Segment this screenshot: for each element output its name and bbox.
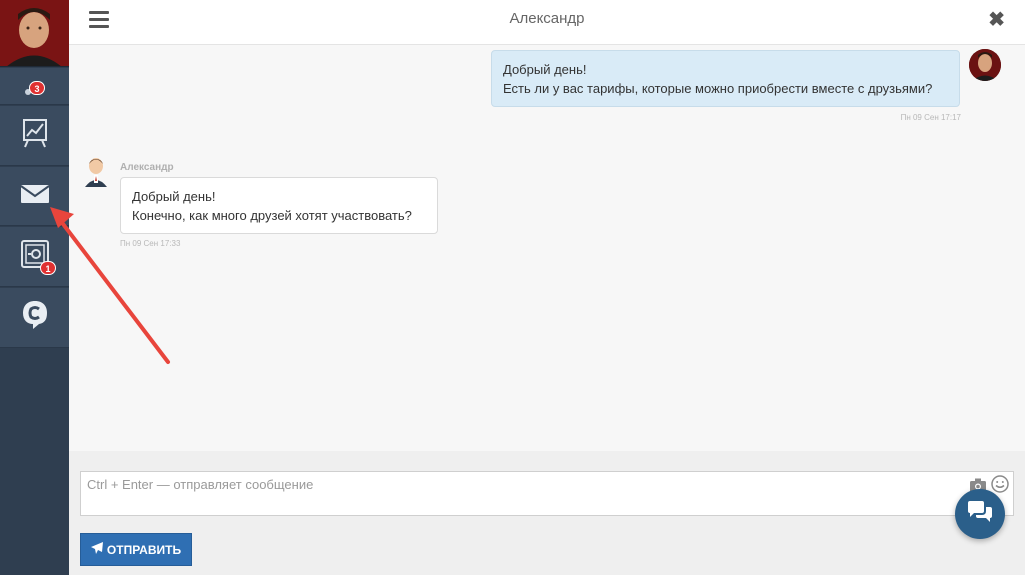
- sidebar: 3 1: [0, 0, 69, 575]
- sidebar-item-brand[interactable]: [0, 288, 69, 348]
- sidebar-item-mail[interactable]: [0, 167, 69, 226]
- brand-logo-icon: [21, 299, 49, 336]
- page-title: Александр: [509, 10, 585, 27]
- envelope-icon: [19, 184, 50, 209]
- user-avatar[interactable]: [0, 0, 69, 67]
- chat-widget-button[interactable]: [955, 489, 1005, 539]
- message-line: Конечно, как много друзей хотят участвов…: [132, 208, 412, 223]
- sidebar-item-safe[interactable]: 1: [0, 227, 69, 287]
- sidebar-item-chart[interactable]: [0, 106, 69, 166]
- chat-header: Александр ✖: [69, 0, 1025, 45]
- composer: ОТПРАВИТЬ: [69, 451, 1025, 575]
- incoming-message: Добрый день! Конечно, как много друзей х…: [120, 177, 438, 234]
- message-line: Добрый день!: [132, 189, 216, 204]
- send-button-label: ОТПРАВИТЬ: [106, 542, 182, 557]
- chart-board-icon: [22, 118, 48, 153]
- smile-icon[interactable]: [991, 475, 1009, 493]
- send-button[interactable]: ОТПРАВИТЬ: [80, 533, 192, 566]
- close-icon[interactable]: ✖: [988, 10, 1005, 30]
- safe-badge: 1: [40, 261, 56, 275]
- message-input[interactable]: [80, 471, 1014, 516]
- avatar: [969, 49, 1001, 81]
- outgoing-message: Добрый день! Есть ли у вас тарифы, котор…: [491, 50, 960, 107]
- message-line: Есть ли у вас тарифы, которые можно прио…: [503, 81, 933, 96]
- chat-bubbles-icon: [966, 500, 994, 529]
- message-list: Добрый день! Есть ли у вас тарифы, котор…: [69, 45, 1025, 451]
- paper-plane-icon: [90, 542, 103, 557]
- notifications-badge: 3: [29, 81, 45, 95]
- avatar: [83, 155, 109, 187]
- message-timestamp: Пн 09 Сен 17:33: [120, 239, 181, 248]
- sidebar-item-notifications[interactable]: 3: [0, 68, 69, 105]
- message-timestamp: Пн 09 Сен 17:17: [900, 113, 961, 122]
- message-line: Добрый день!: [503, 62, 587, 77]
- message-sender: Александр: [120, 162, 174, 173]
